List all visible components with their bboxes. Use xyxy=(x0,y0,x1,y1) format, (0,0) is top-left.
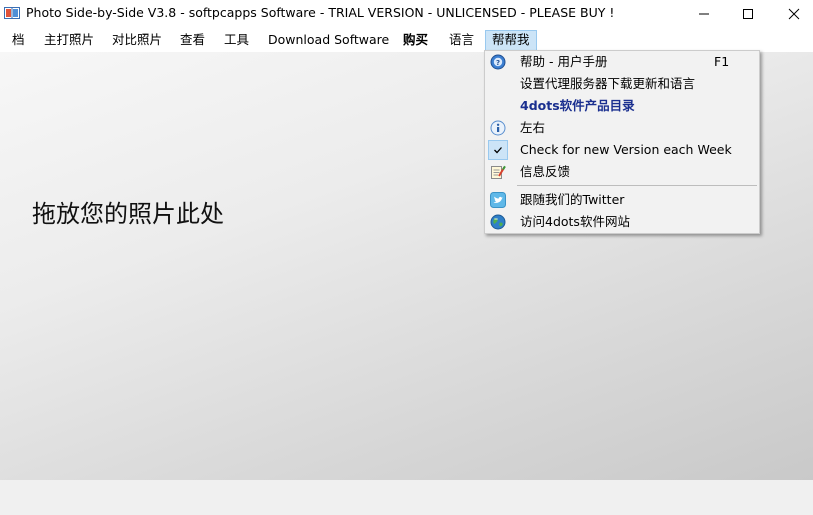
menu-item-label: 访问4dots软件网站 xyxy=(520,214,630,229)
minimize-icon xyxy=(699,13,709,15)
twitter-icon xyxy=(490,192,506,208)
menu-item-label: 设置代理服务器下载更新和语言 xyxy=(520,76,696,91)
menu-item-proxy-settings[interactable]: 设置代理服务器下载更新和语言 xyxy=(487,73,757,95)
menu-download-software[interactable]: Download Software xyxy=(262,30,395,50)
menu-separator xyxy=(517,185,757,186)
menu-item-label: 跟随我们的Twitter xyxy=(520,192,625,207)
menu-item-feedback[interactable]: 信息反馈 xyxy=(487,161,757,183)
svg-text:?: ? xyxy=(496,59,500,67)
menu-item-label: 4dots软件产品目录 xyxy=(520,98,635,113)
menu-item-visit-website[interactable]: 访问4dots软件网站 xyxy=(487,211,757,233)
menu-file[interactable]: 档 xyxy=(6,30,31,50)
menu-item-shortcut: F1 xyxy=(714,54,730,69)
close-button[interactable] xyxy=(771,0,813,28)
menu-item-about[interactable]: 左右 xyxy=(487,117,757,139)
menu-main-photo[interactable]: 主打照片 xyxy=(38,30,100,50)
menu-item-label: 帮助 - 用户手册 xyxy=(520,54,608,69)
menu-view[interactable]: 查看 xyxy=(174,30,211,50)
menu-language[interactable]: 语言 xyxy=(443,30,480,50)
close-icon xyxy=(788,8,800,20)
menu-compare-photo[interactable]: 对比照片 xyxy=(106,30,168,50)
menu-item-check-updates-weekly[interactable]: Check for new Version each Week xyxy=(487,139,757,161)
menu-item-user-manual[interactable]: ? 帮助 - 用户手册 F1 xyxy=(487,51,757,73)
info-icon xyxy=(490,120,506,136)
help-icon: ? xyxy=(490,54,506,70)
maximize-icon xyxy=(743,9,753,19)
maximize-button[interactable] xyxy=(725,0,771,28)
menu-item-label: Check for new Version each Week xyxy=(520,142,732,157)
globe-icon xyxy=(490,214,506,230)
photo-side-by-side-app-icon[interactable] xyxy=(4,5,20,21)
menu-buy[interactable]: 购买 xyxy=(397,30,434,50)
window-title: Photo Side-by-Side V3.8 - softpcapps Sof… xyxy=(26,5,615,20)
menu-item-follow-twitter[interactable]: 跟随我们的Twitter xyxy=(487,189,757,211)
minimize-button[interactable] xyxy=(681,0,727,28)
menu-help[interactable]: 帮帮我 xyxy=(485,30,537,51)
menu-item-product-catalog[interactable]: 4dots软件产品目录 xyxy=(487,95,757,117)
drop-hint-text: 拖放您的照片此处 xyxy=(32,200,224,228)
check-icon xyxy=(488,140,508,160)
status-strip xyxy=(0,480,813,515)
title-bar: Photo Side-by-Side V3.8 - softpcapps Sof… xyxy=(0,0,813,28)
menu-bar: 档 主打照片 对比照片 查看 工具 Download Software 购买 语… xyxy=(0,28,813,52)
help-dropdown-menu: ? 帮助 - 用户手册 F1 设置代理服务器下载更新和语言 4dots软件产品目… xyxy=(484,50,760,234)
menu-item-label: 左右 xyxy=(520,120,546,135)
feedback-icon xyxy=(490,164,506,180)
menu-item-label: 信息反馈 xyxy=(520,164,571,179)
menu-tools[interactable]: 工具 xyxy=(218,30,255,50)
